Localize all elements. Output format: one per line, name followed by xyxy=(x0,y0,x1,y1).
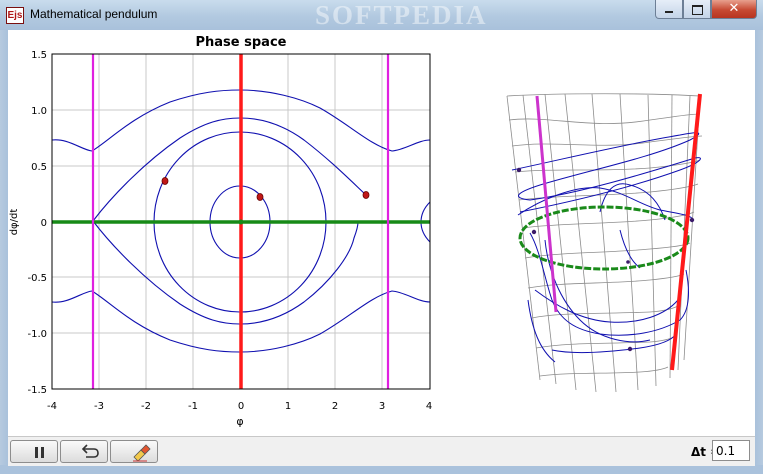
pause-button[interactable] xyxy=(10,440,58,463)
x-axis-label: φ xyxy=(236,415,243,428)
x-tick: -3 xyxy=(94,401,104,412)
dt-input[interactable] xyxy=(712,440,750,461)
plot-title: Phase space xyxy=(196,35,287,50)
origin-point xyxy=(238,219,244,225)
cylinder-separatrix xyxy=(535,95,558,313)
y-ticks: 1.5 1.0 0.5 0 -0.5 -1.0 -1.5 xyxy=(27,50,47,396)
clear-button[interactable] xyxy=(110,440,158,463)
x-tick: -2 xyxy=(141,401,151,412)
x-tick: -4 xyxy=(47,401,57,412)
reset-icon xyxy=(81,444,99,458)
cylinder-3d-view[interactable] xyxy=(506,93,703,393)
y-tick: 0 xyxy=(41,218,47,229)
y-axis-label: dφ/dt xyxy=(9,209,20,236)
y-tick: -1.5 xyxy=(27,385,47,396)
x-tick: 3 xyxy=(379,401,385,412)
cylinder-zero-ring xyxy=(518,205,690,271)
eraser-icon xyxy=(133,444,151,462)
visualization-layer: Phase space φ dφ/dt -4 -3 -2 -1 0 1 2 3 … xyxy=(9,35,703,428)
pendulum-point[interactable] xyxy=(256,193,264,201)
y-tick: 0.5 xyxy=(31,162,47,173)
reset-button[interactable] xyxy=(60,440,108,463)
x-tick: 0 xyxy=(238,401,244,412)
x-tick: 1 xyxy=(285,401,291,412)
pendulum-point[interactable] xyxy=(362,191,370,199)
x-ticks: -4 -3 -2 -1 0 1 2 3 4 xyxy=(47,401,432,412)
x-tick: 2 xyxy=(332,401,338,412)
pendulum-point[interactable] xyxy=(161,177,169,185)
x-tick: -1 xyxy=(188,401,198,412)
y-tick: 1.0 xyxy=(31,106,47,117)
phase-space-plot: Phase space φ dφ/dt -4 -3 -2 -1 0 1 2 3 … xyxy=(9,35,432,428)
y-tick: -1.0 xyxy=(27,329,47,340)
control-toolbar: Δt = xyxy=(8,436,755,466)
pause-icon xyxy=(35,447,44,458)
y-tick: -0.5 xyxy=(27,273,47,284)
x-tick: 4 xyxy=(426,401,432,412)
y-tick: 1.5 xyxy=(31,50,47,61)
